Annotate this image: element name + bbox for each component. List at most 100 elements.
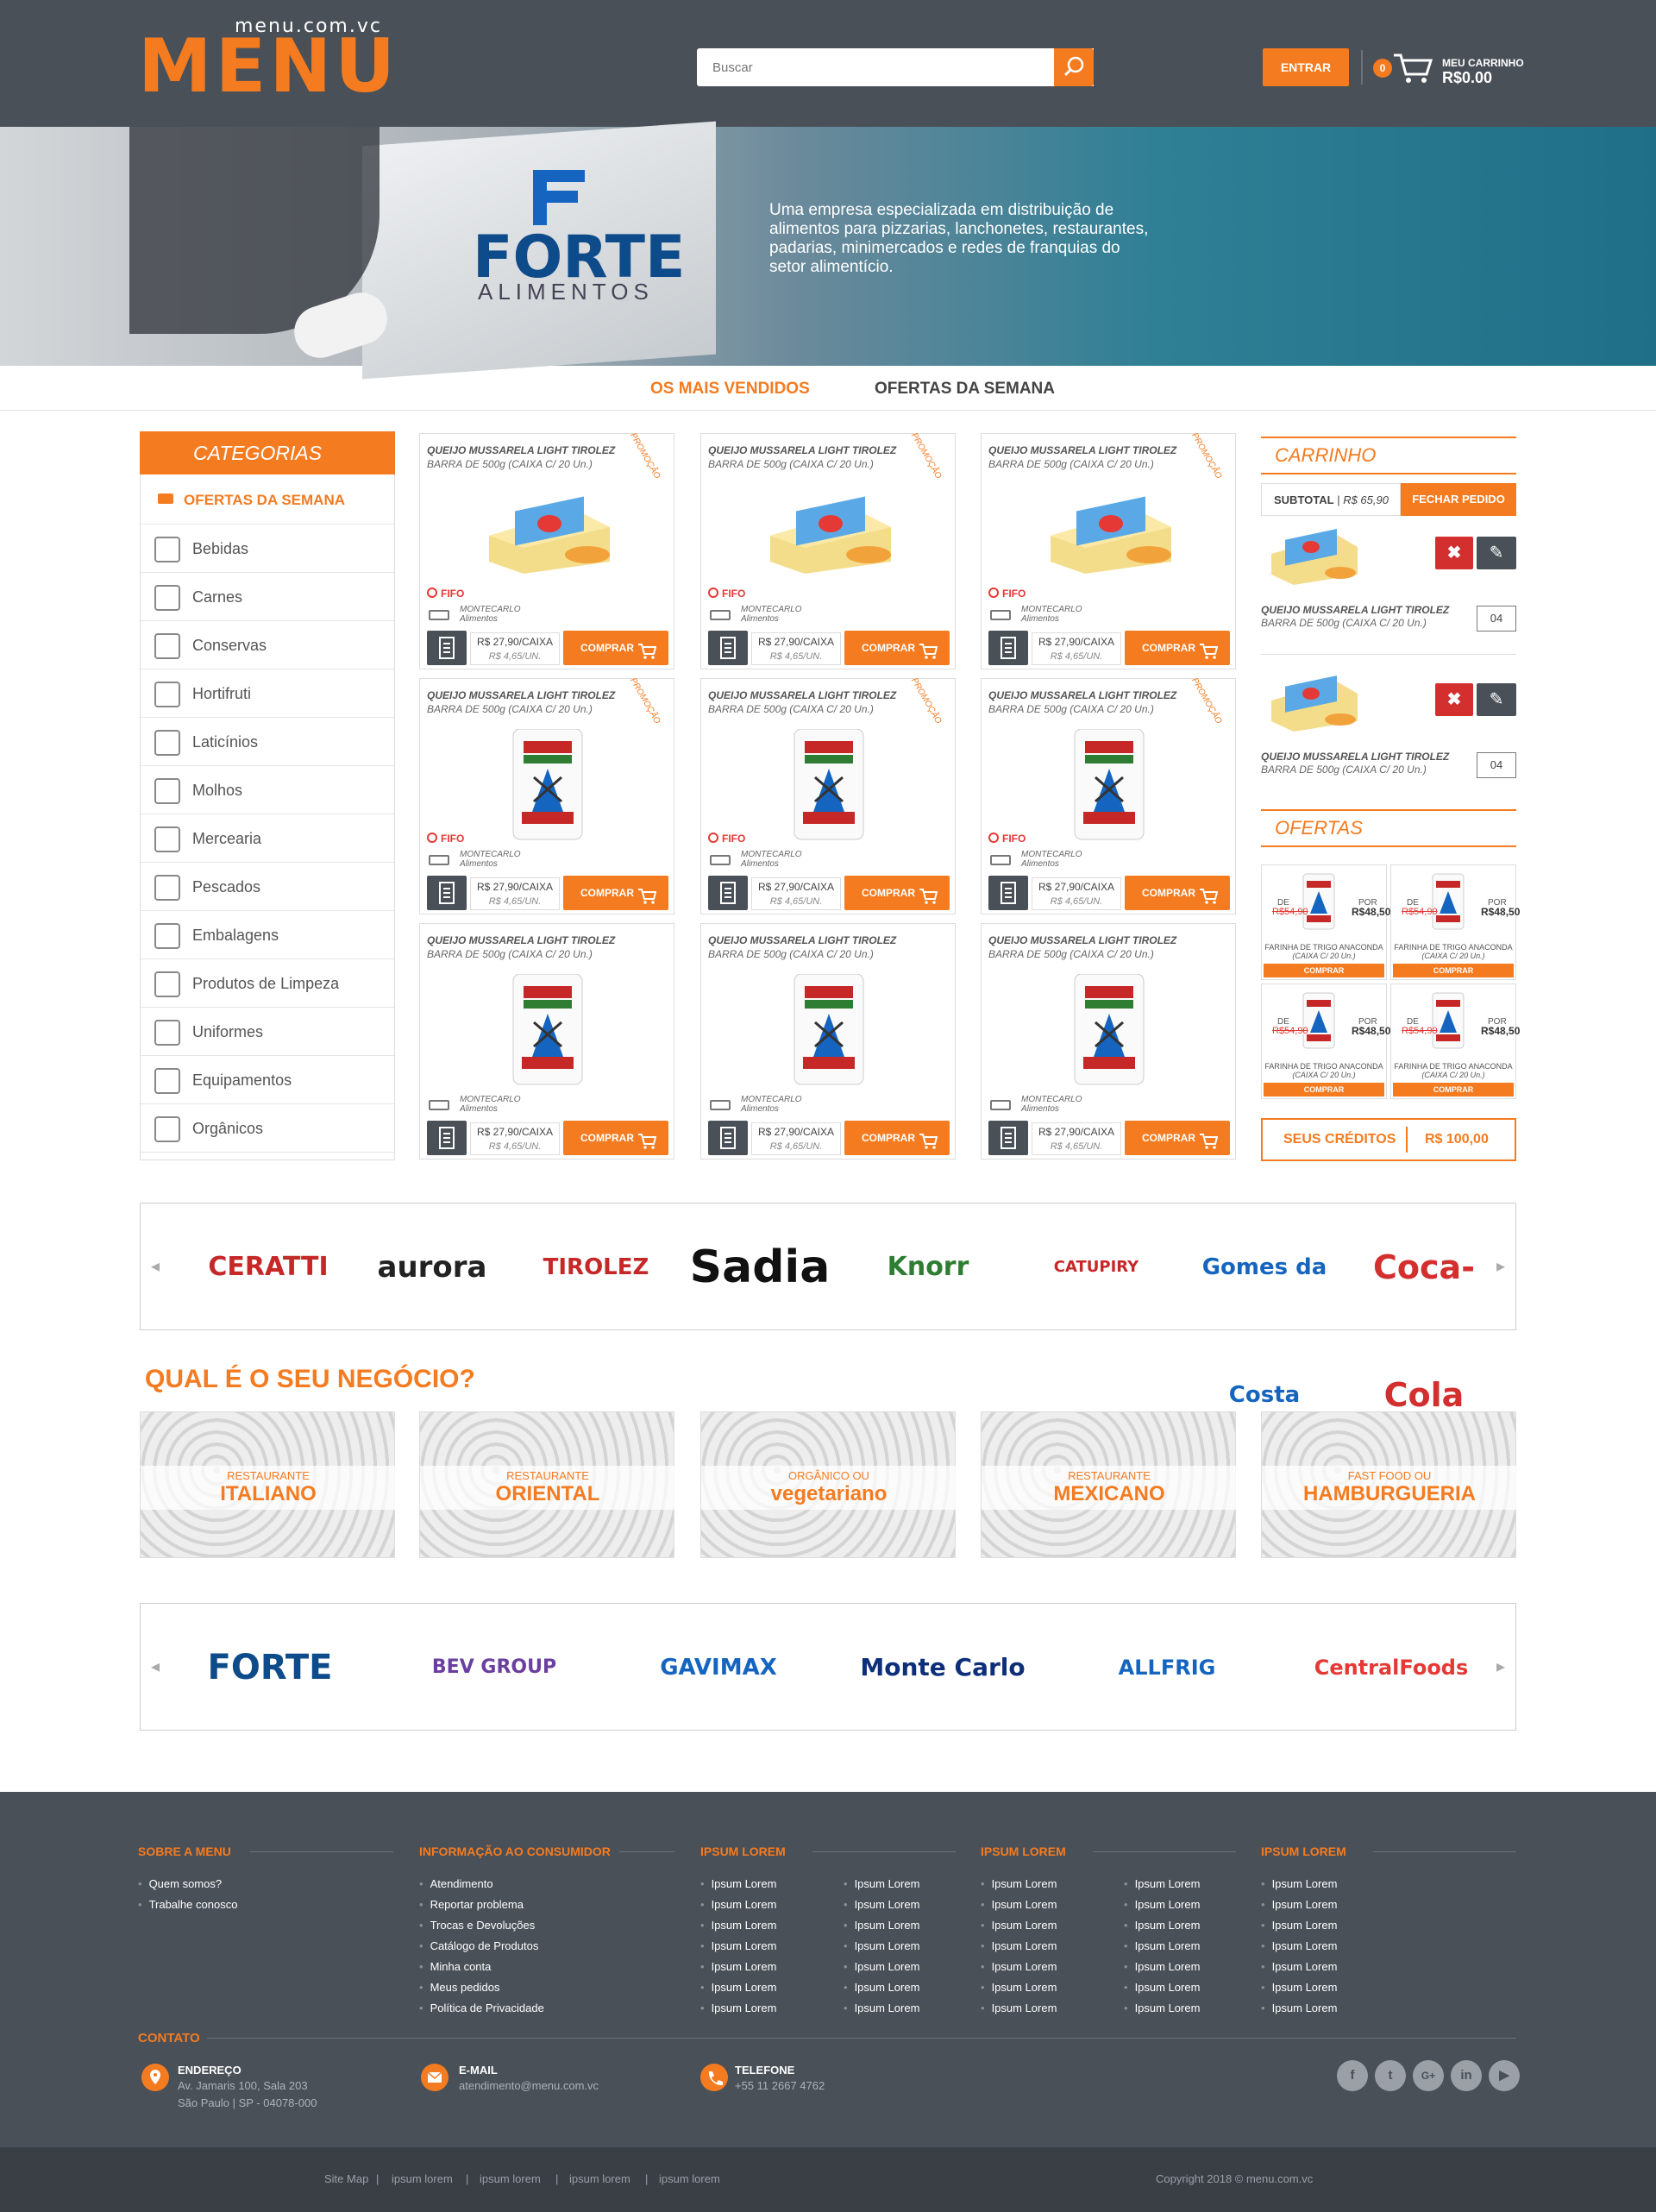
footer-link[interactable]: Ipsum Lorem xyxy=(844,1877,920,1890)
brand-logo[interactable]: CATUPIRY xyxy=(1020,1203,1172,1331)
footer-link[interactable]: Ipsum Lorem xyxy=(844,1939,920,1952)
offer-buy-button[interactable]: COMPRAR xyxy=(1393,964,1514,977)
footer-link[interactable]: Ipsum Lorem xyxy=(981,2001,1057,2014)
search-button[interactable] xyxy=(1054,48,1094,86)
category-item[interactable]: Embalagens xyxy=(141,911,394,959)
brand-logo[interactable]: Gomes da Costa xyxy=(1189,1203,1340,1408)
footer-link[interactable]: Trocas e Devoluções xyxy=(419,1919,536,1932)
footer-link[interactable]: Ipsum Lorem xyxy=(1124,1939,1201,1952)
footer-bottom-link[interactable]: ipsum lorem xyxy=(392,2172,453,2185)
footer-link[interactable]: Ipsum Lorem xyxy=(981,1877,1057,1890)
partner-logo[interactable]: GAVIMAX xyxy=(624,1604,813,1731)
footer-link[interactable]: Ipsum Lorem xyxy=(844,1960,920,1973)
product-name[interactable]: QUEIJO MUSSARELA LIGHT TIROLEZ xyxy=(427,689,615,701)
buy-button[interactable]: COMPRAR xyxy=(563,631,668,665)
footer-link[interactable]: Ipsum Lorem xyxy=(844,1981,920,1994)
tab-weekly-offers[interactable]: OFERTAS DA SEMANA xyxy=(875,380,1055,399)
category-item[interactable]: Pescados xyxy=(141,863,394,911)
search-input[interactable] xyxy=(697,48,1094,86)
brand-logo[interactable]: aurora xyxy=(356,1203,508,1331)
product-image[interactable] xyxy=(762,484,896,577)
twitter-icon[interactable]: t xyxy=(1375,2060,1406,2091)
product-image[interactable] xyxy=(1042,728,1176,840)
footer-link[interactable]: Ipsum Lorem xyxy=(981,1919,1057,1932)
list-button[interactable] xyxy=(708,1121,748,1155)
partner-logo[interactable]: Monte Carlo xyxy=(848,1604,1038,1731)
cart-item-qty[interactable]: 04 xyxy=(1477,752,1516,778)
site-logo[interactable]: MENU xyxy=(138,29,398,104)
product-name[interactable]: QUEIJO MUSSARELA LIGHT TIROLEZ xyxy=(988,444,1176,456)
remove-item-button[interactable]: ✖ xyxy=(1435,537,1473,569)
product-name[interactable]: QUEIJO MUSSARELA LIGHT TIROLEZ xyxy=(427,444,615,456)
category-item[interactable]: Laticínios xyxy=(141,718,394,766)
footer-link[interactable]: Ipsum Lorem xyxy=(1261,1981,1338,1994)
buy-button[interactable]: COMPRAR xyxy=(844,631,950,665)
partner-logo[interactable]: BEV GROUP xyxy=(399,1604,589,1731)
footer-link[interactable]: Reportar problema xyxy=(419,1898,524,1911)
footer-link[interactable]: Ipsum Lorem xyxy=(1261,1898,1338,1911)
footer-link[interactable]: Minha conta xyxy=(419,1960,492,1973)
product-image[interactable] xyxy=(480,484,615,577)
footer-link[interactable]: Ipsum Lorem xyxy=(981,1939,1057,1952)
product-image[interactable] xyxy=(480,973,615,1085)
footer-link[interactable]: Ipsum Lorem xyxy=(1261,1960,1338,1973)
list-button[interactable] xyxy=(708,876,748,910)
facebook-icon[interactable]: f xyxy=(1337,2060,1368,2091)
footer-link[interactable]: Ipsum Lorem xyxy=(1124,1877,1201,1890)
footer-link[interactable]: Ipsum Lorem xyxy=(1261,1939,1338,1952)
list-button[interactable] xyxy=(708,631,748,665)
product-image[interactable] xyxy=(480,728,615,840)
footer-link[interactable]: Ipsum Lorem xyxy=(1261,1877,1338,1890)
list-button[interactable] xyxy=(988,1121,1028,1155)
footer-link[interactable]: Ipsum Lorem xyxy=(1124,1898,1201,1911)
buy-button[interactable]: COMPRAR xyxy=(563,1121,668,1155)
product-name[interactable]: QUEIJO MUSSARELA LIGHT TIROLEZ xyxy=(708,444,896,456)
footer-link[interactable]: Ipsum Lorem xyxy=(700,1877,777,1890)
list-button[interactable] xyxy=(427,876,467,910)
footer-link[interactable]: Ipsum Lorem xyxy=(700,1960,777,1973)
list-button[interactable] xyxy=(988,631,1028,665)
footer-link[interactable]: Ipsum Lorem xyxy=(700,1981,777,1994)
business-card[interactable]: ORGÂNICO OU vegetariano xyxy=(700,1411,957,1558)
category-item[interactable]: Hortifruti xyxy=(141,669,394,718)
category-item[interactable]: Equipamentos xyxy=(141,1056,394,1104)
product-name[interactable]: QUEIJO MUSSARELA LIGHT TIROLEZ xyxy=(708,689,896,701)
login-button[interactable]: ENTRAR xyxy=(1263,48,1349,86)
email-value[interactable]: atendimento@menu.com.vc xyxy=(459,2077,599,2095)
footer-link[interactable]: Ipsum Lorem xyxy=(844,1919,920,1932)
product-image[interactable] xyxy=(762,728,896,840)
footer-link[interactable]: Ipsum Lorem xyxy=(981,1898,1057,1911)
partner-logo[interactable]: CentralFoods xyxy=(1296,1604,1486,1731)
edit-item-button[interactable]: ✎ xyxy=(1477,537,1516,569)
category-item[interactable]: Uniformes xyxy=(141,1008,394,1056)
category-item[interactable]: Produtos de Limpeza xyxy=(141,959,394,1008)
footer-bottom-link[interactable]: ipsum lorem xyxy=(569,2172,630,2185)
footer-link[interactable]: Ipsum Lorem xyxy=(981,1981,1057,1994)
buy-button[interactable]: COMPRAR xyxy=(1125,1121,1230,1155)
footer-link[interactable]: Ipsum Lorem xyxy=(1124,1981,1201,1994)
product-name[interactable]: QUEIJO MUSSARELA LIGHT TIROLEZ xyxy=(708,934,896,946)
product-image[interactable] xyxy=(1042,973,1176,1085)
footer-link[interactable]: Ipsum Lorem xyxy=(1261,1919,1338,1932)
close-order-button[interactable]: FECHAR PEDIDO xyxy=(1401,483,1516,516)
footer-link[interactable]: Ipsum Lorem xyxy=(981,1960,1057,1973)
offer-buy-button[interactable]: COMPRAR xyxy=(1264,1083,1384,1097)
linkedin-icon[interactable]: in xyxy=(1451,2060,1482,2091)
product-image[interactable] xyxy=(762,973,896,1085)
cart-icon[interactable] xyxy=(1392,52,1433,86)
cart-item-qty[interactable]: 04 xyxy=(1477,606,1516,632)
footer-link[interactable]: Ipsum Lorem xyxy=(1124,1960,1201,1973)
category-item[interactable]: Mercearia xyxy=(141,814,394,863)
offer-buy-button[interactable]: COMPRAR xyxy=(1264,964,1384,977)
carousel-prev-arrow[interactable]: ◂ xyxy=(151,1255,160,1277)
business-card[interactable]: RESTAURANTE ITALIANO xyxy=(140,1411,396,1558)
footer-link[interactable]: Ipsum Lorem xyxy=(700,1939,777,1952)
cart-label[interactable]: MEU CARRINHO xyxy=(1442,57,1524,69)
buy-button[interactable]: COMPRAR xyxy=(563,876,668,910)
buy-button[interactable]: COMPRAR xyxy=(844,1121,950,1155)
category-item[interactable]: Carnes xyxy=(141,573,394,621)
footer-link[interactable]: Ipsum Lorem xyxy=(1124,1919,1201,1932)
product-name[interactable]: QUEIJO MUSSARELA LIGHT TIROLEZ xyxy=(988,689,1176,701)
tab-best-sellers[interactable]: OS MAIS VENDIDOS xyxy=(650,380,810,399)
buy-button[interactable]: COMPRAR xyxy=(1125,631,1230,665)
